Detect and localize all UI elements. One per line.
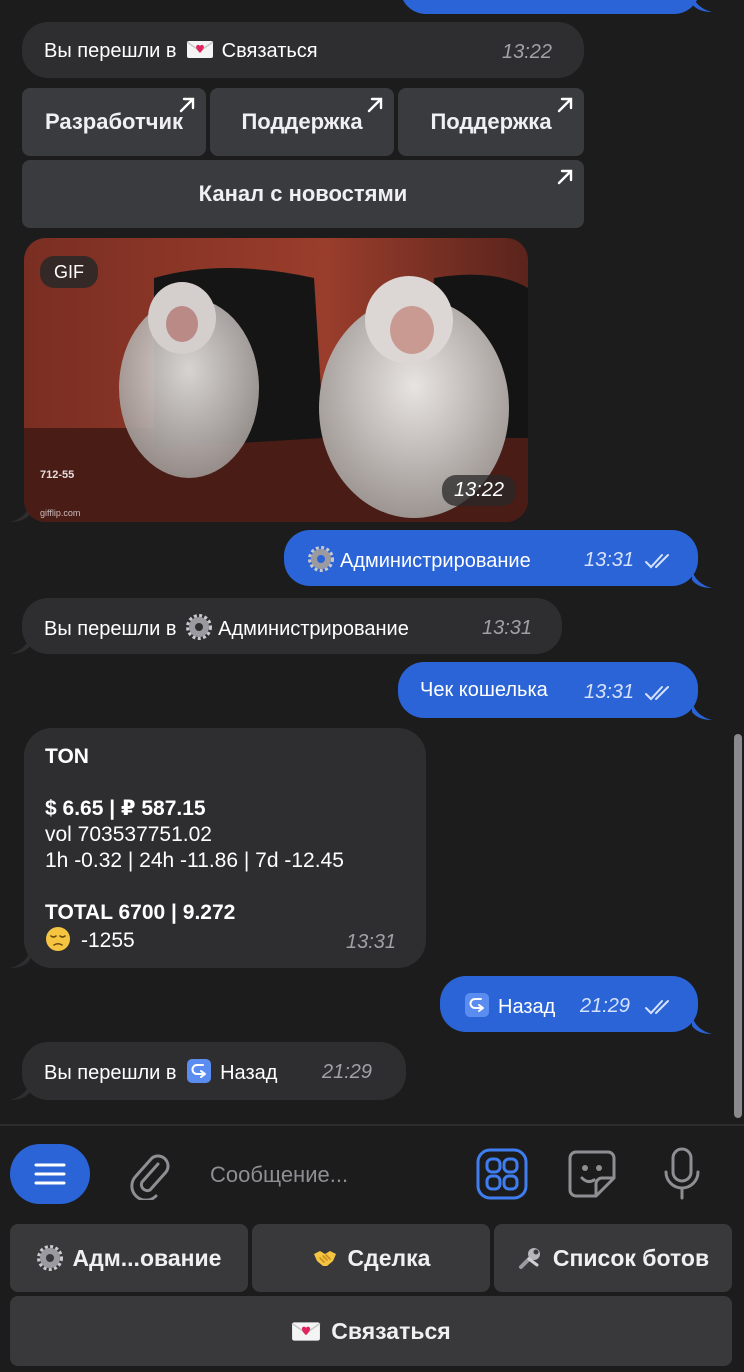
external-link-icon — [557, 97, 573, 113]
ton-price: $ 6.65 | ₽ 587.15 — [45, 797, 206, 820]
return-arrow-icon — [187, 1059, 212, 1083]
message-text: Вы перешли в — [44, 40, 177, 62]
outgoing-message[interactable]: Назад 21:29 — [440, 976, 698, 1032]
incoming-message[interactable]: Вы перешли в Связаться 13:22 — [22, 22, 584, 78]
message-time: 13:22 — [441, 475, 516, 506]
keyboard-button-label: Сделка — [347, 1244, 431, 1271]
return-arrow-icon — [465, 993, 489, 1017]
inline-button-support-2[interactable]: Поддержка — [398, 88, 584, 156]
svg-text:gifflip.com: gifflip.com — [40, 508, 80, 518]
bot-menu-button[interactable] — [10, 1144, 90, 1204]
command-grid-icon[interactable] — [476, 1148, 528, 1200]
gif-badge: GIF — [40, 256, 98, 288]
message-text: Чек кошелька — [420, 679, 548, 701]
ton-pnl: -1255 — [81, 929, 135, 952]
inline-button-developer[interactable]: Разработчик — [22, 88, 206, 156]
gear-icon — [308, 546, 334, 572]
gear-icon — [186, 614, 213, 640]
incoming-message[interactable]: Вы перешли в Назад 21:29 — [22, 1042, 406, 1100]
read-checkmarks-icon — [645, 686, 669, 701]
read-checkmarks-icon — [645, 1000, 669, 1015]
keyboard-button-label: Адм...ование — [72, 1244, 222, 1271]
pensive-face-icon — [46, 927, 70, 951]
keyboard-button-label: Связаться — [331, 1317, 451, 1344]
bubble-tail — [10, 1082, 30, 1100]
microphone-icon[interactable] — [660, 1146, 704, 1202]
incoming-message[interactable]: Вы перешли в Администрирование 13:31 — [22, 598, 562, 654]
love-letter-icon — [291, 1322, 321, 1341]
inline-button-news-channel[interactable]: Канал с новостями — [22, 160, 584, 228]
message-target: Администрирование — [218, 618, 409, 640]
message-time: 13:31 — [482, 617, 533, 639]
hamburger-menu-icon — [34, 1163, 66, 1185]
external-link-icon — [557, 169, 573, 185]
ton-title: TON — [45, 745, 89, 768]
handshake-icon — [313, 1251, 336, 1266]
bubble-tail — [692, 570, 712, 588]
keyboard-button-label: Список ботов — [552, 1244, 710, 1271]
bubble-tail — [10, 636, 30, 654]
bubble-tail — [692, 1016, 712, 1034]
svg-text:712-55: 712-55 — [40, 469, 74, 481]
love-letter-icon — [186, 41, 214, 58]
message-target: Связаться — [221, 40, 318, 62]
external-link-icon — [179, 97, 195, 113]
chat-history[interactable]: Вы перешли в Связаться 13:22 Разработчик… — [0, 0, 744, 1124]
bubble-tail — [692, 702, 712, 720]
inline-button-support-1[interactable]: Поддержка — [210, 88, 394, 156]
keyboard-button-admin[interactable]: Адм...ование — [10, 1224, 248, 1292]
keyboard-button-bot-list[interactable]: Список ботов — [494, 1224, 732, 1292]
gif-message[interactable]: 712-55 gifflip.com GIF 13:22 — [24, 238, 528, 522]
message-time: 13:31 — [346, 931, 397, 953]
ton-changes: 1h -0.32 | 24h -11.86 | 7d -12.45 — [45, 849, 344, 872]
message-text: Вы перешли в — [44, 1062, 177, 1084]
external-link-icon — [367, 97, 383, 113]
message-time: 21:29 — [322, 1061, 373, 1083]
message-time: 13:31 — [584, 549, 635, 571]
bubble-tail — [10, 950, 30, 968]
reply-keyboard: Адм...ование Сделка Список ботов Связать… — [0, 1224, 744, 1372]
message-text: Назад — [498, 996, 556, 1018]
ton-volume: vol 703537751.02 — [45, 823, 212, 846]
sticker-icon[interactable] — [566, 1148, 618, 1200]
paperclip-icon[interactable] — [128, 1150, 174, 1200]
message-input[interactable]: Сообщение... — [210, 1162, 348, 1188]
message-target: Назад — [220, 1062, 278, 1084]
keyboard-button-contact[interactable]: Связаться — [10, 1296, 732, 1366]
message-composer: Сообщение... — [0, 1126, 744, 1224]
outgoing-message-partial[interactable] — [400, 0, 700, 14]
wrench-screwdriver-icon — [518, 1248, 540, 1269]
keyboard-button-deal[interactable]: Сделка — [252, 1224, 490, 1292]
ton-wallet-message[interactable]: TON $ 6.65 | ₽ 587.15 vol 703537751.02 1… — [24, 728, 426, 968]
ton-total: TOTAL 6700 | 9.272 — [45, 901, 236, 924]
read-checkmarks-icon — [645, 554, 669, 569]
message-time: 13:31 — [584, 681, 635, 703]
message-text: Администрирование — [340, 550, 531, 572]
message-time: 21:29 — [580, 995, 631, 1017]
gear-icon — [36, 1245, 63, 1271]
outgoing-message[interactable]: Чек кошелька 13:31 — [398, 662, 698, 718]
message-time: 13:22 — [502, 41, 553, 63]
message-text: Вы перешли в — [44, 618, 177, 640]
scrollbar[interactable] — [734, 734, 742, 1118]
outgoing-message[interactable]: Администрирование 13:31 — [284, 530, 698, 586]
bubble-tail — [692, 0, 712, 12]
